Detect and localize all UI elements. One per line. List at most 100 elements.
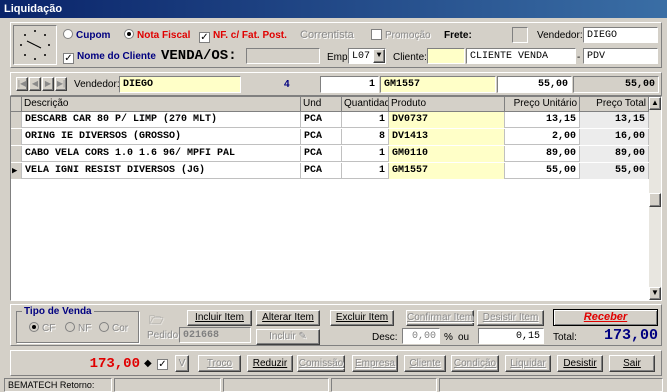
- cell-quantidade: 1: [342, 163, 389, 179]
- desc-value-field[interactable]: 0,15: [478, 328, 544, 344]
- table-row[interactable]: DESCARB CAR 80 P/ LIMP (270 MLT) PCA 1 D…: [11, 112, 649, 128]
- emp-label: Emp:: [327, 52, 351, 63]
- status-panel-3: [223, 378, 329, 392]
- vendedor-entry-field[interactable]: DIEGO: [119, 76, 241, 93]
- radio-cf: CF: [29, 322, 55, 336]
- cell-quantidade: 1: [342, 112, 389, 128]
- clock-icon: [13, 25, 57, 65]
- items-grid[interactable]: Descrição Und Quantidade Produto Preço U…: [10, 96, 662, 301]
- emp-value: L07: [352, 51, 371, 62]
- troco-button: Troco: [198, 355, 241, 372]
- cliente-btn-label: Cliente: [409, 358, 441, 369]
- retorno-label: Retorno:: [59, 380, 95, 390]
- col-preco-unitario[interactable]: Preço Unitário: [505, 97, 580, 112]
- col-preco-total[interactable]: Preço Total: [580, 97, 649, 112]
- frete-label: Frete:: [444, 30, 472, 41]
- prev-record-icon[interactable]: ◀: [29, 77, 41, 91]
- pencil-icon: ✎: [298, 331, 307, 342]
- status-bar: BEMATECH Retorno:: [0, 378, 667, 392]
- reduzir-button[interactable]: Reduzir: [247, 355, 293, 372]
- comissao-label: Comissão: [298, 358, 344, 369]
- cor-label: Cor: [112, 323, 129, 334]
- empresa-label: Empresa: [354, 358, 395, 369]
- vendedor-header-field[interactable]: DIEGO: [583, 27, 658, 43]
- venda-os-field[interactable]: [246, 48, 320, 64]
- cliente-name-field[interactable]: CLIENTE VENDA: [466, 48, 576, 64]
- next-record-icon[interactable]: ▶: [42, 77, 54, 91]
- percent-label: %: [444, 332, 453, 343]
- spin-icon[interactable]: ◆: [144, 357, 152, 371]
- quantidade-field[interactable]: 1: [320, 76, 379, 93]
- footer-amount: 173,00: [89, 356, 140, 372]
- alterar-item-button[interactable]: Alterar Item: [256, 310, 320, 326]
- desistir-button[interactable]: Desistir: [557, 355, 603, 372]
- cliente-code-field[interactable]: [427, 48, 465, 64]
- folder-icon: 🗁: [149, 313, 164, 327]
- scroll-thumb[interactable]: [649, 193, 661, 207]
- radio-selected-icon: [124, 29, 134, 39]
- incluir-label: Incluir: [269, 331, 296, 342]
- cell-preco-unitario: 2,00: [505, 129, 580, 145]
- produto-field[interactable]: GM1557: [380, 76, 496, 93]
- sair-label: Sair: [623, 358, 641, 369]
- dash-separator: -: [577, 52, 581, 63]
- frete-field[interactable]: [512, 27, 528, 43]
- promocao-label: Promoção: [385, 30, 431, 41]
- tipo-venda-label: Tipo de Venda: [22, 305, 94, 319]
- col-und[interactable]: Und: [301, 97, 342, 112]
- v-button: V: [175, 355, 189, 372]
- checkbox-v[interactable]: ✓: [157, 356, 171, 370]
- status-panel-2: [114, 378, 221, 392]
- desc-percent-field[interactable]: 0,00: [402, 328, 440, 344]
- checkbox-nome-cliente[interactable]: ✓ Nome do Cliente: [63, 50, 156, 64]
- checkbox-nf-fat-post[interactable]: ✓ NF. c/ Fat. Post.: [199, 29, 287, 43]
- col-quantidade[interactable]: Quantidade: [342, 97, 389, 112]
- incluir-button: Incluir ✎: [256, 329, 320, 345]
- scroll-down-icon[interactable]: ▼: [649, 287, 661, 300]
- emp-select[interactable]: L07 ▼: [348, 48, 386, 64]
- troco-label: Troco: [206, 358, 233, 369]
- sair-button[interactable]: Sair: [609, 355, 655, 372]
- radio-icon: [63, 29, 73, 39]
- checkbox-icon: [371, 29, 382, 40]
- cell-preco-total: 16,00: [580, 129, 649, 145]
- vertical-scrollbar[interactable]: ▲ ▼: [649, 97, 661, 300]
- radio-cupom[interactable]: Cupom: [63, 29, 110, 43]
- excluir-item-button[interactable]: Excluir Item: [330, 310, 394, 326]
- preco-unitario-field[interactable]: 55,00: [497, 76, 572, 93]
- cell-descricao: ORING IE DIVERSOS (GROSSO): [22, 129, 301, 145]
- pdv-field[interactable]: PDV: [583, 48, 658, 64]
- col-descricao[interactable]: Descrição: [22, 97, 301, 112]
- receber-button[interactable]: Receber: [553, 309, 658, 326]
- checkbox-checked-icon: ✓: [199, 32, 210, 43]
- cell-preco-unitario: 89,00: [505, 146, 580, 162]
- grid-indicator-header: [11, 97, 22, 112]
- status-panel-5: [439, 378, 663, 392]
- vendedor-entry-label: Vendedor:: [74, 79, 120, 90]
- nome-cliente-label: Nome do Cliente: [77, 51, 156, 62]
- row-indicator: [11, 146, 22, 162]
- cell-produto: DV1413: [389, 129, 505, 145]
- col-produto[interactable]: Produto: [389, 97, 505, 112]
- preco-total-field: 55,00: [573, 76, 659, 93]
- last-record-icon[interactable]: ▶|: [55, 77, 67, 91]
- desc-label: Desc:: [372, 332, 398, 343]
- total-value: 173,00: [603, 327, 658, 344]
- cell-und: PCA: [301, 129, 342, 145]
- first-record-icon[interactable]: |◀: [16, 77, 28, 91]
- status-panel-4: [331, 378, 437, 392]
- pedido-label: Pedido: [147, 330, 179, 341]
- receber-label: Receber: [583, 311, 628, 323]
- table-row-selected[interactable]: ▶ VELA IGNI RESIST DIVERSOS (JG) PCA 1 G…: [11, 163, 649, 179]
- liquidacao-window: Liquidação Cupom Nota Fiscal ✓ NF. c/ Fat…: [0, 0, 667, 392]
- comissao-button: Comissão: [297, 355, 345, 372]
- table-row[interactable]: ORING IE DIVERSOS (GROSSO) PCA 8 DV1413 …: [11, 129, 649, 145]
- radio-nota-fiscal[interactable]: Nota Fiscal: [124, 29, 190, 43]
- scroll-up-icon[interactable]: ▲: [649, 97, 661, 110]
- cell-und: PCA: [301, 146, 342, 162]
- chevron-down-icon[interactable]: ▼: [373, 49, 385, 63]
- checkbox-checked-icon: ✓: [157, 359, 168, 370]
- excluir-item-label: Excluir Item: [335, 312, 389, 323]
- incluir-item-button[interactable]: Incluir Item: [187, 310, 252, 326]
- table-row[interactable]: CABO VELA CORS 1.0 1.6 96/ MPFI PAL PCA …: [11, 146, 649, 162]
